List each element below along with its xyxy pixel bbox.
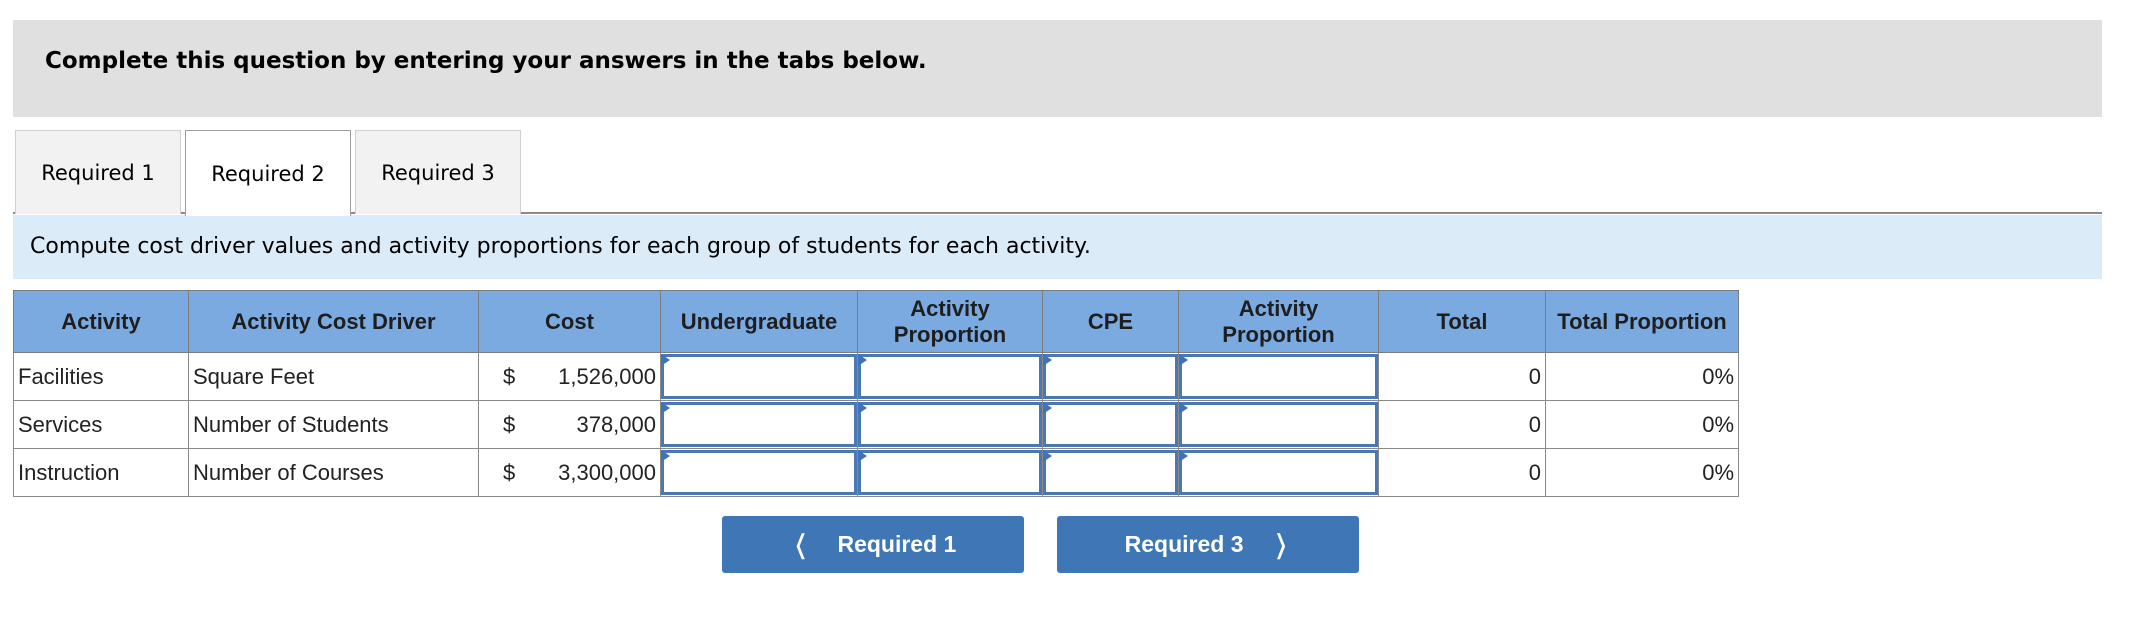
instruction-text: Compute cost driver values and activity … [30, 234, 1091, 259]
col-header-ug-proportion: Activity Proportion [857, 290, 1043, 353]
undergraduate-input[interactable] [661, 402, 857, 447]
cpe-proportion-cell [1178, 400, 1379, 449]
tab-required-3[interactable]: Required 3 [355, 130, 521, 214]
col-header-cost: Cost [478, 290, 661, 353]
cpe-input[interactable] [1043, 450, 1178, 495]
prompt-text: Complete this question by entering your … [45, 48, 927, 74]
undergraduate-cell [660, 400, 858, 449]
total-proportion-cell: 0% [1545, 352, 1739, 401]
currency-symbol: $ [503, 363, 516, 389]
total-proportion-cell: 0% [1545, 400, 1739, 449]
cpe-proportion-cell [1178, 448, 1379, 497]
answer-table: Activity Activity Cost Driver Cost Under… [13, 290, 1739, 497]
tab-required-2[interactable]: Required 2 [185, 130, 351, 216]
prev-button-label: Required 1 [837, 531, 957, 557]
undergraduate-cell [660, 448, 858, 497]
col-header-undergraduate: Undergraduate [660, 290, 858, 353]
col-header-activity: Activity [13, 290, 189, 353]
cpe-cell [1042, 448, 1179, 497]
next-required-3-button[interactable]: Required 3 ❭ [1057, 516, 1359, 573]
cost-cell: $3,300,000 [478, 448, 661, 497]
total-cell: 0 [1378, 352, 1546, 401]
cpe-proportion-input[interactable] [1179, 450, 1378, 495]
table-row: Instruction Number of Courses $3,300,000… [13, 448, 1739, 497]
ug-proportion-input[interactable] [858, 450, 1042, 495]
cpe-cell [1042, 352, 1179, 401]
question-prompt-banner: Complete this question by entering your … [13, 20, 2102, 117]
cost-value: 3,300,000 [558, 459, 656, 485]
undergraduate-cell [660, 352, 858, 401]
ug-proportion-input[interactable] [858, 354, 1042, 399]
col-header-cpe: CPE [1042, 290, 1179, 353]
col-header-total: Total [1378, 290, 1546, 353]
col-header-cpe-proportion: Activity Proportion [1178, 290, 1379, 353]
col-header-total-proportion: Total Proportion [1545, 290, 1739, 353]
cpe-cell [1042, 400, 1179, 449]
driver-cell: Square Feet [188, 352, 479, 401]
activity-cell: Facilities [13, 352, 189, 401]
tab-bar: Required 1 Required 2 Required 3 [13, 130, 2102, 216]
driver-cell: Number of Courses [188, 448, 479, 497]
col-header-cost-driver: Activity Cost Driver [188, 290, 479, 353]
cpe-input[interactable] [1043, 354, 1178, 399]
ug-proportion-cell [857, 448, 1043, 497]
table-row: Facilities Square Feet $1,526,000 0 0% [13, 352, 1739, 401]
ug-proportion-input[interactable] [858, 402, 1042, 447]
prev-required-1-button[interactable]: ❬ Required 1 [722, 516, 1024, 573]
currency-symbol: $ [503, 411, 516, 437]
tab-required-1[interactable]: Required 1 [15, 130, 181, 214]
cpe-proportion-input[interactable] [1179, 354, 1378, 399]
cost-value: 1,526,000 [558, 363, 656, 389]
next-button-label: Required 3 [1124, 531, 1244, 557]
activity-cell: Instruction [13, 448, 189, 497]
driver-cell: Number of Students [188, 400, 479, 449]
table-row: Services Number of Students $378,000 0 0… [13, 400, 1739, 449]
chevron-right-icon: ❭ [1271, 529, 1290, 559]
undergraduate-input[interactable] [661, 354, 857, 399]
activity-cell: Services [13, 400, 189, 449]
total-proportion-cell: 0% [1545, 448, 1739, 497]
undergraduate-input[interactable] [661, 450, 857, 495]
cost-cell: $378,000 [478, 400, 661, 449]
chevron-left-icon: ❬ [791, 529, 810, 559]
cost-value: 378,000 [576, 411, 656, 437]
cpe-proportion-input[interactable] [1179, 402, 1378, 447]
cost-cell: $1,526,000 [478, 352, 661, 401]
header-row: Activity Activity Cost Driver Cost Under… [13, 290, 1739, 353]
total-cell: 0 [1378, 400, 1546, 449]
total-cell: 0 [1378, 448, 1546, 497]
cpe-proportion-cell [1178, 352, 1379, 401]
currency-symbol: $ [503, 459, 516, 485]
ug-proportion-cell [857, 352, 1043, 401]
ug-proportion-cell [857, 400, 1043, 449]
cpe-input[interactable] [1043, 402, 1178, 447]
instruction-banner: Compute cost driver values and activity … [13, 215, 2102, 279]
